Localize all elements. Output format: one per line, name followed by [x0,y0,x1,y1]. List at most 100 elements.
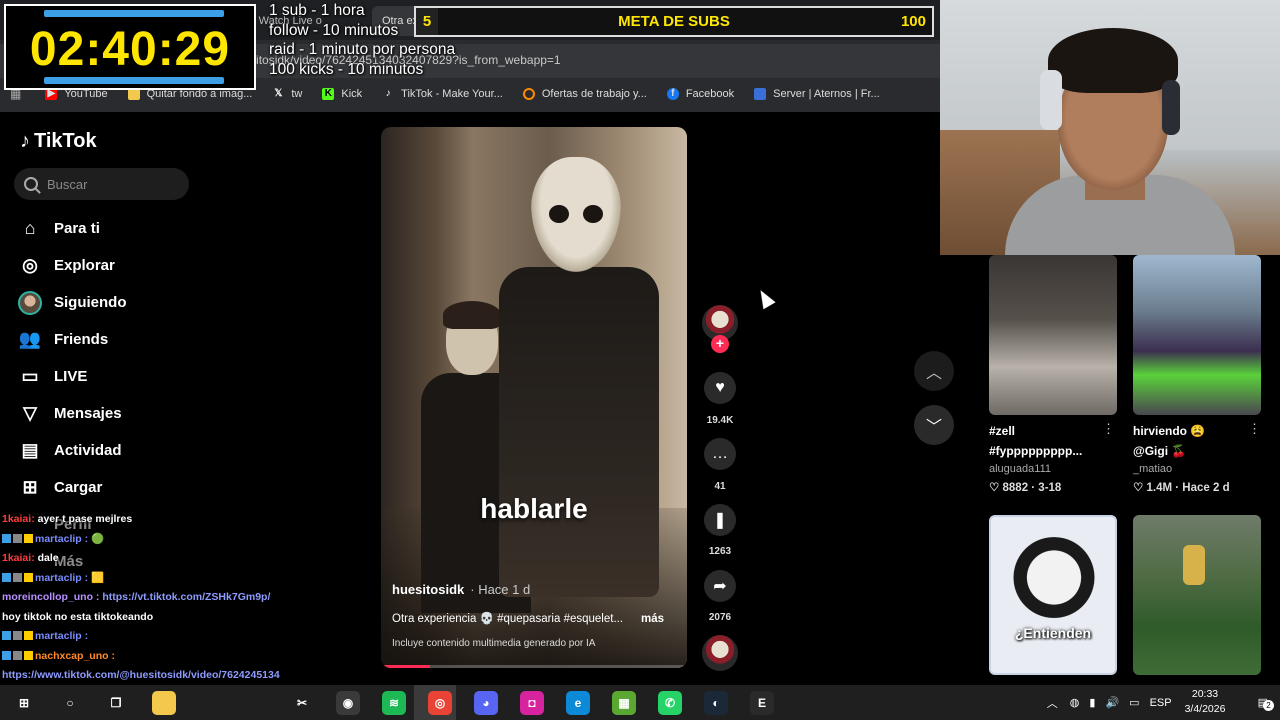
monitor-icon[interactable]: ▭ [1129,696,1139,709]
x-icon: 𝕏 [274,88,283,99]
file-explorer-icon[interactable] [152,691,176,715]
upload-icon: ⊞ [22,477,38,497]
bookmark-aternos[interactable]: Server | Aternos | Fr... [754,88,880,100]
video-progress-bar[interactable] [381,665,687,668]
rule-line: raid - 1 minuto por persona [269,41,456,58]
spotify-icon[interactable]: ≋ [382,691,406,715]
thumb-1-title: #zell [989,424,1016,438]
chat-username: martaclip : [35,630,89,642]
nav-mensajes[interactable]: ▽ Mensajes [18,395,218,432]
thumb-1[interactable] [989,255,1117,415]
chevron-up-icon: ︿ [925,365,942,382]
chat-badge-icon [24,533,33,543]
share-button[interactable]: ➦ [704,570,736,602]
notification-icon[interactable]: ▤2 [1258,696,1274,711]
bookmark-kick[interactable]: K Kick [322,88,362,100]
comment-icon: … [712,445,728,462]
chat-message: moreincollop_uno : https://vt.tiktok.com… [2,588,302,608]
video-player[interactable]: hablarle huesitosidk · Hace 1 d Otra expe… [381,127,687,668]
nav-para-ti[interactable]: ⌂ Para ti [18,210,218,247]
sound-avatar[interactable] [702,635,738,671]
thumb-3[interactable]: ¿Entienden [989,515,1117,675]
chrome-icon[interactable]: ◎ [428,691,452,715]
chat-badge-icon [2,650,11,660]
nav-actividad[interactable]: ▤ Actividad [18,432,218,469]
avatar [18,290,42,315]
creator-avatar[interactable]: + [702,305,738,353]
following-avatar-icon [18,290,42,315]
nav-live[interactable]: ▭ LIVE [18,358,218,395]
chat-badge-icon [2,533,11,543]
system-tray: ︿ ◍ ▮ 🔊 ▭ ESP ▤2 [1047,685,1280,720]
chat-message: nachxcap_uno : [2,647,302,667]
volume-icon[interactable]: 🔊 [1105,696,1119,709]
windows-icon[interactable]: ⊞ [12,691,36,715]
thumb-4[interactable] [1133,515,1261,675]
hair [1048,28,1178,93]
system-clock[interactable]: 20:33 3/4/2026 [1170,687,1240,717]
task-view-icon[interactable]: ❐ [104,691,128,715]
headset-icon [1040,70,1062,130]
network-icon[interactable]: ◍ [1070,696,1080,709]
nav-explorar[interactable]: ◎ Explorar [18,247,218,284]
chat-badge-icon [13,572,22,582]
search-icon[interactable]: ○ [58,691,82,715]
save-button[interactable]: ❚ [704,504,736,536]
search-box[interactable] [14,168,189,200]
activity-icon: ▤ [21,440,39,460]
more-options-icon[interactable]: ⋮ [1102,421,1115,437]
chevron-up-icon[interactable]: ︿ [1047,695,1058,711]
mic-icon[interactable]: ▮ [1089,696,1095,709]
thumb-2-user[interactable]: _matiao [1133,463,1172,475]
epic-icon[interactable]: E [750,691,774,715]
comment-count: 41 [714,481,726,492]
more-link[interactable]: más [641,613,664,625]
skeleton-jacket [499,267,659,597]
comment-button[interactable]: … [704,438,736,470]
chat-text: ayer t pase mejlres [37,513,133,525]
chat-message: hoy tiktok no esta tiktokeando [2,608,302,628]
nav-friends[interactable]: 👥 Friends [18,321,218,358]
edge-icon[interactable]: e [566,691,590,715]
whatsapp-icon[interactable]: ✆ [658,691,682,715]
obs-icon[interactable]: ◉ [336,691,360,715]
video-author[interactable]: huesitosidk · Hace 1 d [392,582,530,597]
thumb-1-user[interactable]: aluguada111 [989,463,1051,475]
steam-icon[interactable]: ◐ [704,691,728,715]
chat-username: martaclip : [35,571,89,584]
skull [531,157,621,272]
clock-time: 20:33 [1191,688,1219,700]
chat-text: dale [37,552,59,564]
bookmark-facebook[interactable]: f Facebook [666,88,734,100]
like-button[interactable]: ♥ [704,372,736,404]
capcut-icon[interactable]: ✂ [290,691,314,715]
thumb-2-title: hirviendo 😩 [1133,424,1206,438]
bookmark-twitter[interactable]: 𝕏tw [272,88,302,100]
search-input[interactable] [47,176,167,192]
ai-content-label: Incluye contenido multimedia generado po… [392,638,596,649]
thumb-3-face [1009,537,1099,627]
minecraft-icon[interactable]: ▦ [612,691,636,715]
nav-siguiendo[interactable]: Siguiendo [18,284,218,321]
bookmark-jobs[interactable]: Ofertas de trabajo y... [522,88,647,100]
nav-cargar[interactable]: ⊞ Cargar [18,469,218,506]
like-count: 19.4K [706,415,734,426]
previous-video-button[interactable]: ︿ [914,351,954,391]
chat-text: https://www.tiktok.com/@huesitosidk/vide… [2,669,280,681]
instagram-icon[interactable]: ◘ [520,691,544,715]
tiktok-icon: ♪ [385,88,391,99]
chat-username: 1kaiai: [2,552,35,564]
follow-plus-icon[interactable]: + [711,335,729,353]
goal-label: META DE SUBS [618,13,730,30]
chat-message: 1kaiai: ayer t pase mejlres [2,510,302,530]
bookmark-tiktok[interactable]: ♪ TikTok - Make Your... [382,88,503,100]
chat-badge-icon [13,533,22,543]
discord-icon[interactable]: ◕ [474,691,498,715]
next-video-button[interactable]: ﹀ [914,405,954,445]
more-options-icon[interactable]: ⋮ [1248,421,1261,437]
thumb-2-meta: ♡ 1.4M · Hace 2 d [1133,482,1230,494]
thumb-2[interactable] [1133,255,1261,415]
tiktok-logo[interactable]: ♪ TikTok [20,130,97,153]
thumb-1-meta: ♡ 8882 · 3-18 [989,482,1062,494]
language-indicator[interactable]: ESP [1150,697,1172,709]
